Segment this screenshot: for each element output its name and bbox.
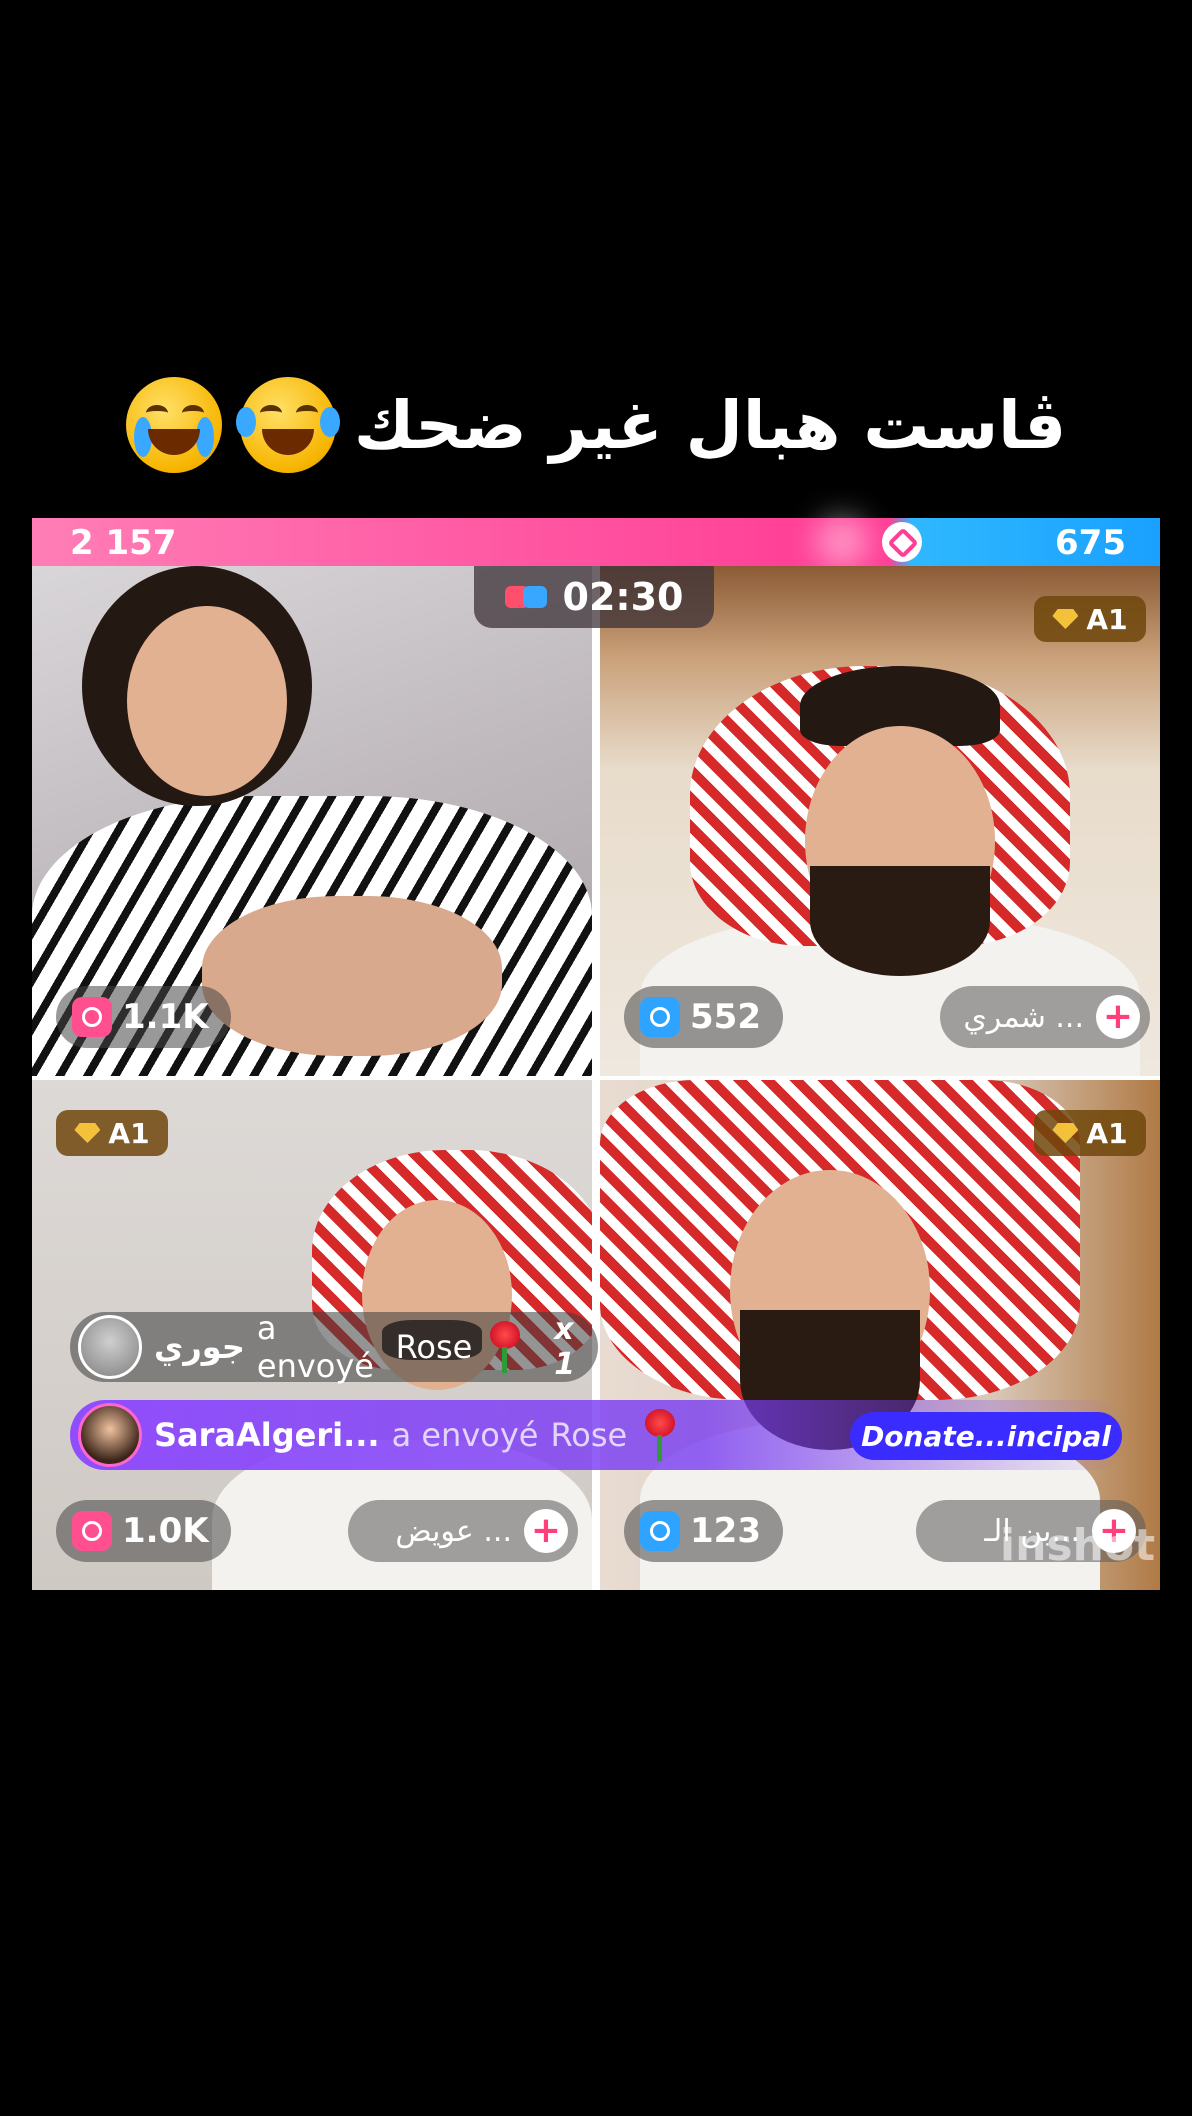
tile-1-score: 1.1K bbox=[56, 986, 231, 1048]
diamond-icon bbox=[1052, 609, 1079, 629]
face-with-tears-of-joy-icon bbox=[235, 377, 340, 473]
pk-progress-marker-icon bbox=[882, 522, 922, 562]
left-team-score: 2 157 bbox=[70, 523, 177, 563]
avatar bbox=[78, 1315, 142, 1379]
tile-3-follow-button[interactable]: عويض ... + bbox=[348, 1500, 578, 1562]
video-tile-4[interactable]: A1 123 بن الـ... + bbox=[600, 1080, 1160, 1590]
tile-2-follow-button[interactable]: شمري ... + bbox=[940, 986, 1150, 1048]
loudly-crying-face-icon bbox=[125, 377, 222, 473]
blue-clock-icon bbox=[640, 997, 680, 1037]
tile-3-rank-badge: A1 bbox=[56, 1110, 168, 1156]
rose-icon bbox=[639, 1409, 679, 1461]
blue-clock-icon bbox=[640, 1511, 680, 1551]
tile-2-rank-badge: A1 bbox=[1034, 596, 1146, 642]
pk-score-bar: 2 157 675 bbox=[32, 518, 1160, 566]
gift-notification-1: جوري a envoyé Rose x 1 bbox=[70, 1309, 598, 1385]
video-tile-1[interactable]: 1.1K bbox=[32, 566, 592, 1076]
video-caption: ڤاست هبال غير ضحك bbox=[0, 370, 1192, 480]
battle-timer: 02:30 bbox=[474, 566, 714, 628]
caption-text: ڤاست هبال غير ضحك bbox=[353, 386, 1067, 464]
pink-clock-icon bbox=[72, 1511, 112, 1551]
tile-2-score: 552 bbox=[624, 986, 783, 1048]
right-team-score: 675 bbox=[1055, 523, 1126, 563]
diamond-icon bbox=[1052, 1123, 1079, 1143]
tile-4-score: 123 bbox=[624, 1500, 783, 1562]
pink-clock-icon bbox=[72, 997, 112, 1037]
plus-icon[interactable]: + bbox=[1096, 995, 1140, 1039]
tile-3-score: 1.0K bbox=[56, 1500, 231, 1562]
rose-icon bbox=[484, 1321, 524, 1373]
boxing-gloves-icon bbox=[504, 582, 549, 612]
tile-4-rank-badge: A1 bbox=[1034, 1110, 1146, 1156]
plus-icon[interactable]: + bbox=[524, 1509, 568, 1553]
video-tile-2[interactable]: A1 552 شمري ... + bbox=[600, 566, 1160, 1076]
avatar bbox=[78, 1403, 142, 1467]
donate-button[interactable]: Donate...incipal bbox=[850, 1412, 1122, 1460]
diamond-icon bbox=[74, 1123, 101, 1143]
watermark: inshot bbox=[1000, 1520, 1156, 1571]
